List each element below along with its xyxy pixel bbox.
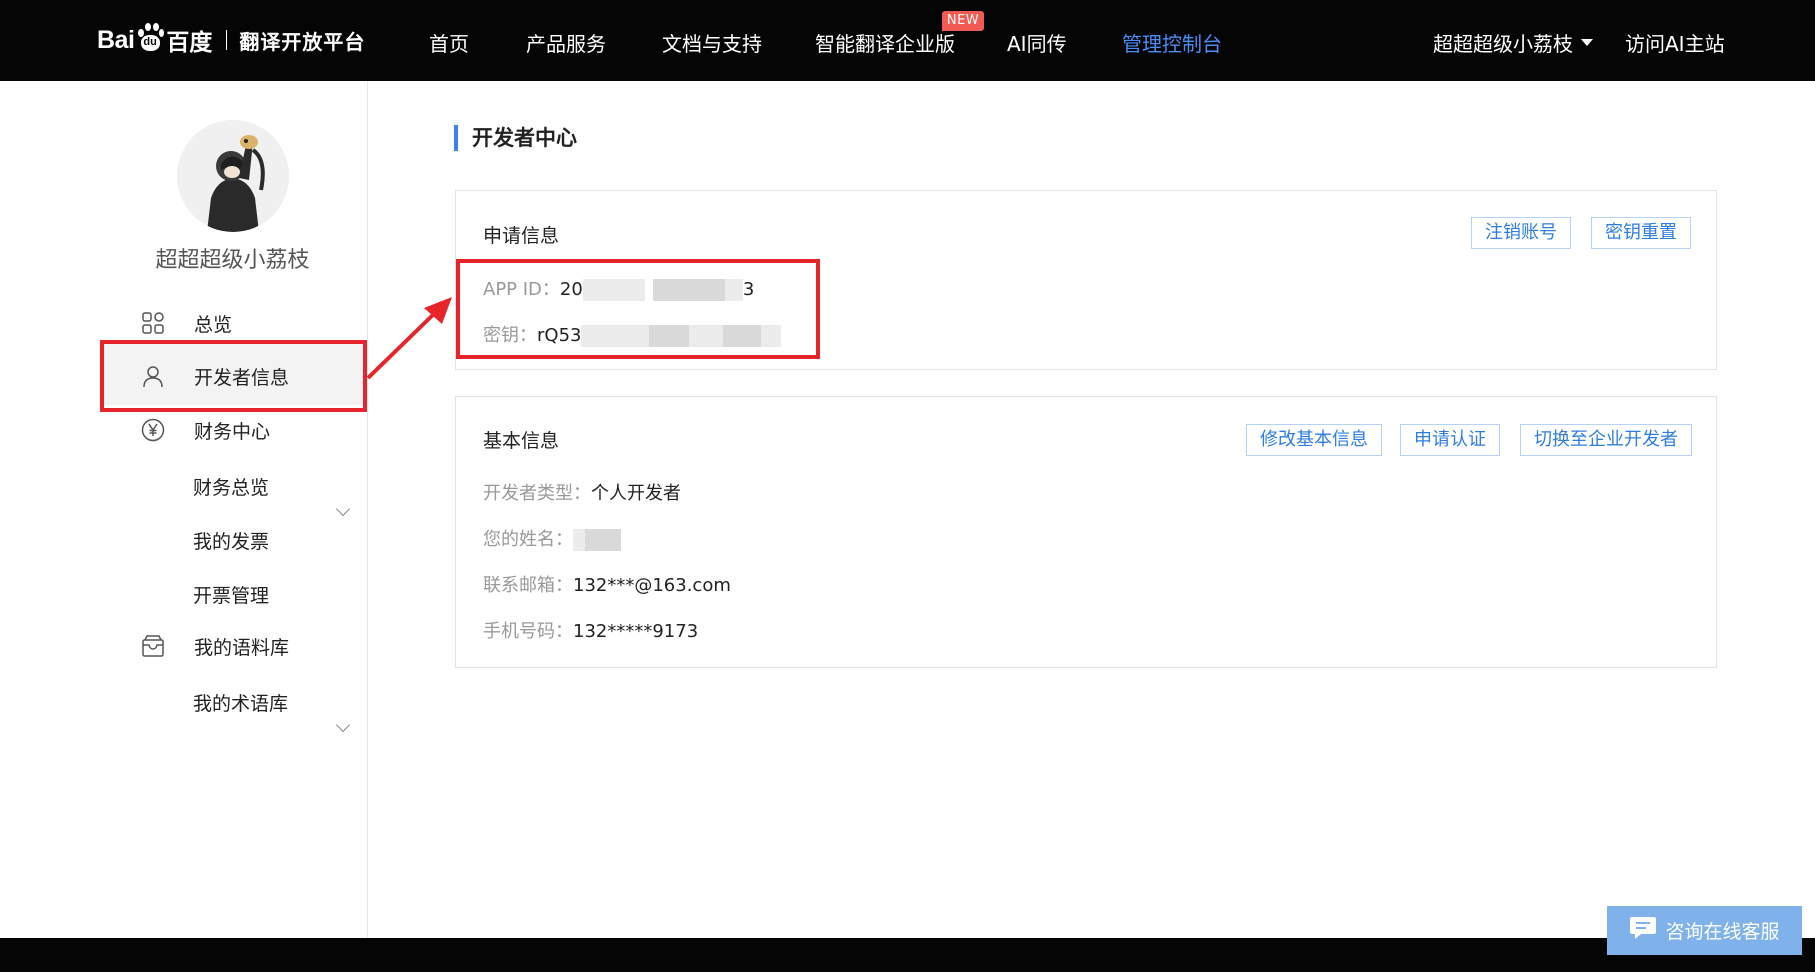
sidebar-item-invoice-management[interactable]: 开票管理 [193,581,269,608]
name-field: 您的姓名： [483,525,621,551]
phone-value: 132*****9173 [573,621,699,642]
developer-type-label: 开发者类型： [483,483,591,504]
sidebar: 超超超级小荔枝 总览 开发者信息 财务中心 财务总览 我的发票 开票管理 我的语… [0,81,368,938]
page-title: 开发者中心 [454,125,577,151]
nav-docs[interactable]: 文档与支持 [662,28,762,57]
annotation-box-credentials [456,259,820,359]
top-nav-bar: Bai du 百度 翻译开放平台 首页 产品服务 文档与支持 智能翻译企业版 A… [0,0,1815,81]
annotation-box-sidebar [100,340,367,412]
redaction-mask [585,529,621,551]
chevron-down-icon[interactable] [335,501,351,517]
nav-products[interactable]: 产品服务 [526,28,606,57]
sidebar-item-overview[interactable]: 总览 [140,308,232,338]
avatar [177,120,289,232]
new-badge: NEW [942,11,984,31]
caret-down-icon [1581,39,1593,46]
edit-basic-info-button[interactable]: 修改基本信息 [1246,424,1382,456]
developer-type-field: 开发者类型：个人开发者 [483,479,681,505]
switch-enterprise-button[interactable]: 切换至企业开发者 [1520,424,1692,456]
apply-info-title: 申请信息 [483,225,560,247]
chevron-down-icon[interactable] [335,717,351,733]
nav-console[interactable]: 管理控制台 [1122,28,1222,57]
platform-name: 翻译开放平台 [239,29,366,54]
sidebar-item-finance[interactable]: 财务中心 [140,415,270,445]
bottom-bar [0,938,1815,972]
user-dropdown-label: 超超超级小荔枝 [1433,32,1573,56]
logo-divider [226,30,228,50]
visit-ai-site-link[interactable]: 访问AI主站 [1625,28,1725,57]
sidebar-item-label: 总览 [194,313,233,336]
sidebar-item-corpus[interactable]: 我的语料库 [140,631,289,661]
logo-paw-text: du [143,36,157,48]
nav-home[interactable]: 首页 [429,28,469,57]
online-support-button[interactable]: 咨询在线客服 [1607,906,1802,955]
avatar-illustration-icon [177,120,289,232]
paw-icon: du [136,22,165,52]
online-support-label: 咨询在线客服 [1665,921,1780,943]
annotation-arrow-icon [366,297,452,380]
sidebar-item-label: 我的语料库 [194,636,290,659]
sidebar-item-label: 财务中心 [194,420,271,443]
chat-bubble-icon [1629,915,1657,946]
logo-cn: 百度 [166,30,213,56]
nav-enterprise[interactable]: 智能翻译企业版 [815,28,955,57]
baidu-logo[interactable]: Bai du 百度 翻译开放平台 [97,22,365,58]
yen-icon [140,417,166,443]
inbox-icon [140,633,166,659]
developer-type-value: 个人开发者 [591,483,681,504]
email-field: 联系邮箱：132***@163.com [483,571,731,597]
phone-field: 手机号码：132*****9173 [483,617,698,643]
basic-info-title: 基本信息 [483,430,560,452]
basic-info-card: 基本信息 修改基本信息 申请认证 切换至企业开发者 开发者类型：个人开发者 您的… [455,396,1717,668]
email-label: 联系邮箱： [483,575,573,596]
reset-key-button[interactable]: 密钥重置 [1591,217,1691,249]
phone-label: 手机号码： [483,621,573,642]
name-label: 您的姓名： [483,529,573,550]
logo-latin: Bai [97,25,135,54]
nav-ai-interpret[interactable]: AI同传 [1007,28,1067,57]
redaction-mask [573,529,585,551]
user-dropdown[interactable]: 超超超级小荔枝 [1433,28,1593,57]
grid-icon [140,310,166,336]
page: Bai du 百度 翻译开放平台 首页 产品服务 文档与支持 智能翻译企业版 A… [0,0,1815,972]
sidebar-item-my-invoices[interactable]: 我的发票 [193,527,269,554]
deactivate-account-button[interactable]: 注销账号 [1471,217,1571,249]
sidebar-item-finance-overview[interactable]: 财务总览 [193,473,269,500]
sidebar-user-name: 超超超级小荔枝 [155,248,310,273]
email-value: 132***@163.com [573,575,731,596]
sidebar-item-terminology[interactable]: 我的术语库 [193,689,288,716]
apply-certification-button[interactable]: 申请认证 [1400,424,1500,456]
